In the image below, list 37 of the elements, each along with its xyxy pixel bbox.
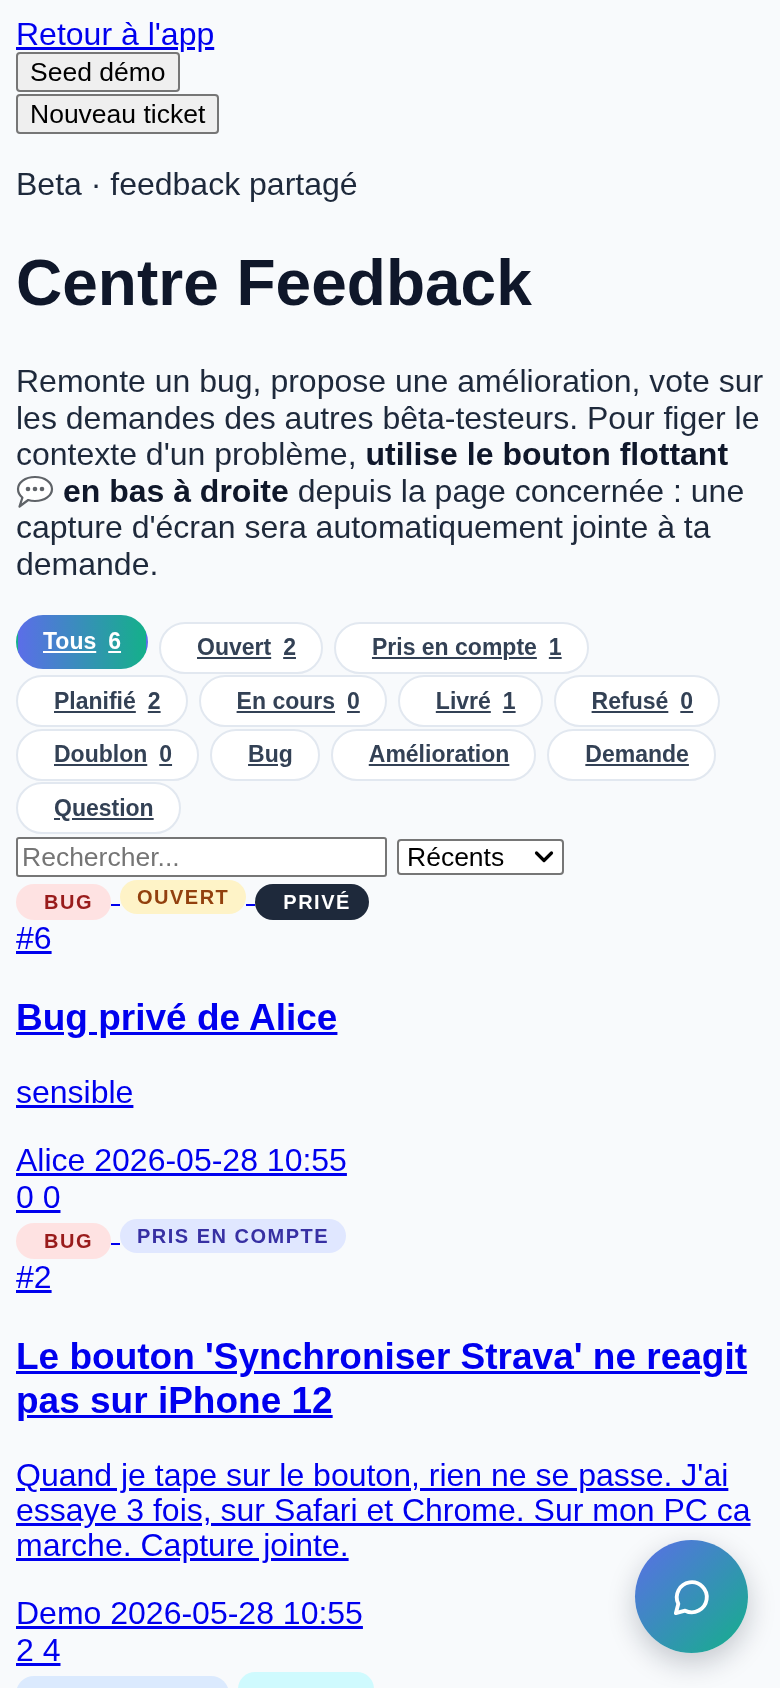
- filter-chip[interactable]: Question: [16, 782, 181, 835]
- filter-chip[interactable]: En cours 0: [198, 675, 387, 728]
- page-title: Centre Feedback: [16, 246, 532, 320]
- filter-chip[interactable]: Doublon 0: [16, 728, 200, 781]
- filter-chip[interactable]: Demande: [547, 728, 716, 781]
- back-link[interactable]: Retour à l'app: [16, 16, 215, 52]
- chevron-down-icon: [534, 850, 554, 865]
- ticket-title[interactable]: Bug privé de Alice: [16, 996, 338, 1041]
- status-tag: PRIS EN COMPTE: [119, 1219, 347, 1254]
- filter-chip[interactable]: Amélioration: [330, 728, 537, 781]
- ticket-description: Quand je tape sur le bouton, rien ne se passe. J'ai essaye 3 fois, sur Safari et Chrome. Sur mon PC ca marche. Capture jointe.: [16, 1458, 752, 1564]
- ticket-number: #6: [16, 920, 52, 958]
- ticket-number: #2: [16, 1259, 52, 1297]
- ticket-meta: Demo 2026-05-28 10:55: [16, 1595, 363, 1633]
- filter-chip[interactable]: Tous 6: [16, 614, 149, 669]
- sort-select[interactable]: Récents: [397, 839, 564, 876]
- ticket-stats: 2 4: [16, 1632, 61, 1670]
- speech-bubble-icon: [16, 474, 54, 509]
- filter-chip[interactable]: Livré 1: [397, 675, 543, 728]
- ticket-stats: 0 0: [16, 1179, 61, 1217]
- action-button[interactable]: Nouveau ticket: [16, 94, 220, 134]
- action-button[interactable]: Seed démo: [16, 52, 180, 92]
- filter-chip[interactable]: Pris en compte 1: [333, 621, 589, 674]
- intro-paragraph: Remonte un bug, propose une amélioration, vote sur les demandes des autres bêta-testeurs. Pour figer le contexte d'un problème, utilise le bouton flottant en bas à droite depuis la page concernée : une capture d'écran sera automatiquement jointe à ta demande.: [16, 363, 765, 583]
- filter-chip[interactable]: Ouvert 2: [159, 621, 323, 674]
- ticket-meta: Alice 2026-05-28 10:55: [16, 1142, 347, 1180]
- ticket-description: sensible: [16, 1075, 134, 1111]
- filter-chip[interactable]: Bug: [210, 728, 320, 781]
- eyebrow-text: Beta · feedback partagé: [16, 166, 358, 203]
- status-tag: OUVERT: [119, 880, 247, 915]
- visibility-tag: PRIVÉ: [255, 884, 369, 921]
- category-tag: BUG: [16, 884, 111, 921]
- filter-chip[interactable]: Planifié 2: [16, 675, 188, 728]
- category-tag: BUG: [16, 1223, 111, 1260]
- ticket-title[interactable]: Le bouton 'Synchroniser Strava' ne reagit pas sur iPhone 12: [16, 1335, 768, 1424]
- search-field[interactable]: Rechercher...: [16, 837, 387, 878]
- filter-chip[interactable]: Refusé 0: [553, 675, 721, 728]
